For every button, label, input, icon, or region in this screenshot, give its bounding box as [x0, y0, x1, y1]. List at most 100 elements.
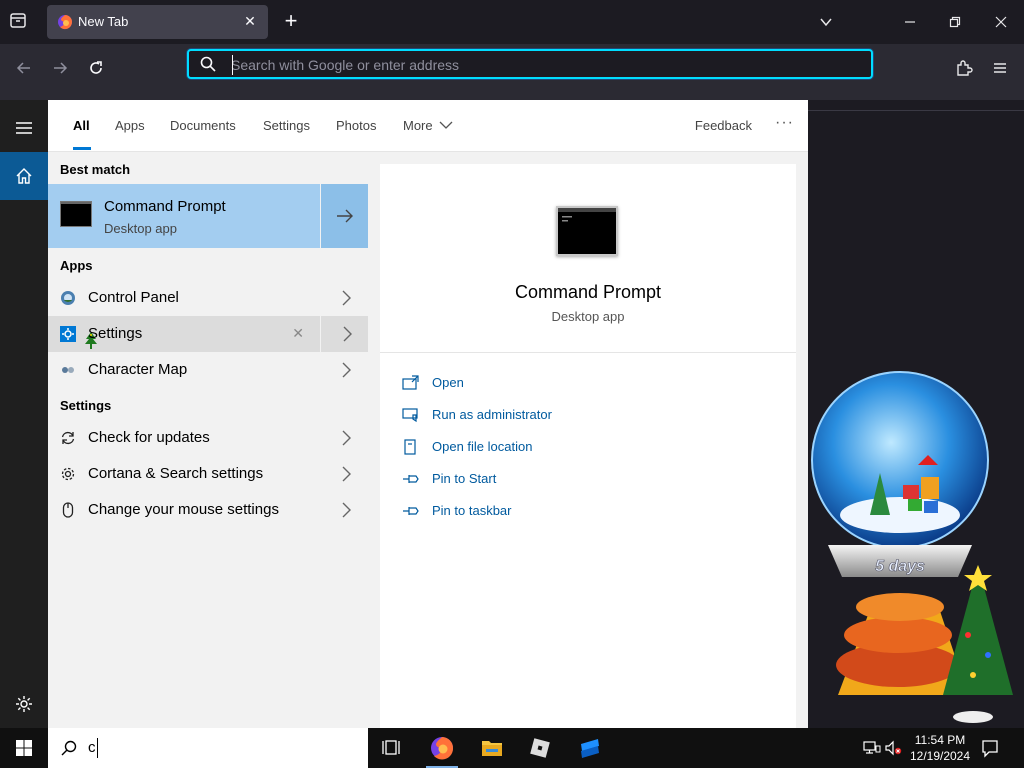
- taskbar-clock[interactable]: 11:54 PM 12/19/2024: [902, 732, 978, 764]
- pin-icon: [403, 475, 419, 483]
- tab-title: New Tab: [78, 14, 129, 29]
- settings-app-icon: [60, 326, 76, 342]
- result-label: Settings: [88, 325, 143, 342]
- notification-center-button[interactable]: [980, 738, 1000, 758]
- new-tab-button[interactable]: +: [280, 10, 302, 33]
- filter-all[interactable]: All: [73, 118, 90, 133]
- action-label: Pin to taskbar: [432, 503, 512, 518]
- result-change-mouse-settings[interactable]: Change your mouse settings: [48, 492, 368, 528]
- home-button[interactable]: [0, 152, 48, 200]
- result-label: Control Panel: [88, 289, 179, 306]
- open-icon: [402, 375, 419, 390]
- chevron-right-icon[interactable]: [340, 289, 352, 307]
- remove-result-icon[interactable]: ✕: [292, 325, 304, 342]
- notification-icon: [982, 740, 998, 758]
- forward-button[interactable]: [45, 53, 75, 83]
- settings-side-button[interactable]: [0, 680, 48, 728]
- result-check-for-updates[interactable]: Check for updates: [48, 420, 368, 456]
- browser-navbar: [0, 44, 1024, 100]
- action-label: Open: [432, 375, 464, 390]
- filter-more-label: More: [403, 118, 433, 133]
- url-caret: [232, 55, 233, 75]
- best-match-item[interactable]: Command Prompt Desktop app: [48, 184, 368, 248]
- task-view-icon: [382, 740, 400, 755]
- tab-list-icon: [10, 13, 26, 28]
- more-options-button[interactable]: ···: [775, 114, 794, 132]
- chevron-right-icon[interactable]: [340, 429, 352, 447]
- tab-new-tab[interactable]: New Tab ✕: [47, 5, 268, 39]
- extensions-button[interactable]: [949, 53, 979, 83]
- tab-list-button[interactable]: [8, 10, 32, 34]
- windows-logo-icon: [16, 740, 32, 756]
- back-arrow-icon: [16, 62, 30, 74]
- filter-documents[interactable]: Documents: [170, 118, 236, 133]
- hamburger-icon: [16, 122, 32, 134]
- filter-photos[interactable]: Photos: [336, 118, 376, 133]
- taskbar-roblox[interactable]: [516, 728, 564, 768]
- result-expand-button[interactable]: [320, 316, 368, 352]
- firefox-icon: [431, 737, 454, 760]
- filter-settings[interactable]: Settings: [263, 118, 310, 133]
- reload-button[interactable]: [81, 53, 111, 83]
- back-button[interactable]: [9, 53, 39, 83]
- close-tab-icon[interactable]: ✕: [242, 13, 258, 29]
- result-label: Check for updates: [88, 429, 210, 446]
- taskbar-firefox[interactable]: [418, 728, 466, 768]
- result-control-panel[interactable]: Control Panel: [48, 280, 368, 316]
- system-tray: [860, 728, 902, 768]
- taskbar-app-blue[interactable]: [566, 728, 614, 768]
- clock-time: 11:54 PM: [914, 733, 966, 747]
- url-input[interactable]: [231, 54, 831, 76]
- app-icon: [581, 739, 599, 758]
- results-list: Best match Command Prompt Desktop app Ap…: [48, 152, 368, 728]
- action-label: Open file location: [432, 439, 533, 454]
- detail-separator: [380, 352, 796, 353]
- action-label: Pin to Start: [432, 471, 497, 486]
- detail-type: Desktop app: [551, 309, 625, 324]
- best-match-expand-button[interactable]: [320, 184, 368, 248]
- feedback-link[interactable]: Feedback: [695, 118, 752, 133]
- filter-more[interactable]: More: [403, 118, 453, 133]
- browser-tabbar: New Tab ✕ +: [0, 0, 1024, 44]
- firefox-icon: [58, 15, 73, 30]
- network-icon[interactable]: [863, 740, 881, 756]
- reload-icon: [90, 61, 102, 74]
- settings-heading: Settings: [60, 398, 112, 413]
- best-match-name: Command Prompt: [104, 198, 226, 215]
- snow-globe-countdown-widget: 5 days: [808, 365, 1024, 728]
- filter-apps[interactable]: Apps: [115, 118, 145, 133]
- search-query-text[interactable]: c: [88, 739, 96, 756]
- mouse-icon: [62, 502, 74, 518]
- result-cortana-search-settings[interactable]: Cortana & Search settings: [48, 456, 368, 492]
- result-settings[interactable]: Settings ✕: [48, 316, 368, 352]
- minimize-button[interactable]: [898, 10, 922, 34]
- search-filter-bar: All Apps Documents Settings Photos More …: [48, 100, 808, 152]
- result-detail-pane: Command Prompt Desktop app Open Run as a…: [380, 164, 796, 728]
- arrow-right-icon: [337, 209, 353, 223]
- expand-menu-button[interactable]: [0, 104, 48, 152]
- url-bar[interactable]: [187, 49, 873, 79]
- file-location-icon: [404, 439, 416, 455]
- chevron-right-icon[interactable]: [340, 501, 352, 519]
- volume-muted-icon[interactable]: [884, 740, 902, 756]
- close-window-button[interactable]: [989, 10, 1013, 34]
- chevron-right-icon[interactable]: [340, 465, 352, 483]
- task-view-button[interactable]: [368, 728, 416, 768]
- refresh-icon: [61, 431, 75, 445]
- result-label: Change your mouse settings: [88, 501, 279, 518]
- taskbar-search-box[interactable]: c: [48, 728, 368, 768]
- taskbar-file-explorer[interactable]: [468, 728, 516, 768]
- chevron-right-icon: [343, 326, 352, 342]
- chevron-right-icon[interactable]: [340, 361, 352, 379]
- list-all-tabs-button[interactable]: [814, 10, 838, 34]
- start-sidebar: [0, 100, 48, 728]
- detail-title: Command Prompt: [514, 282, 662, 302]
- restore-button[interactable]: [943, 10, 967, 34]
- shield-icon: [402, 408, 418, 423]
- search-caret: [97, 738, 98, 758]
- start-button[interactable]: [0, 728, 48, 768]
- result-character-map[interactable]: Character Map: [48, 352, 368, 388]
- menu-button[interactable]: [985, 53, 1015, 83]
- chevron-down-icon: [439, 121, 453, 129]
- close-icon: [995, 16, 1007, 28]
